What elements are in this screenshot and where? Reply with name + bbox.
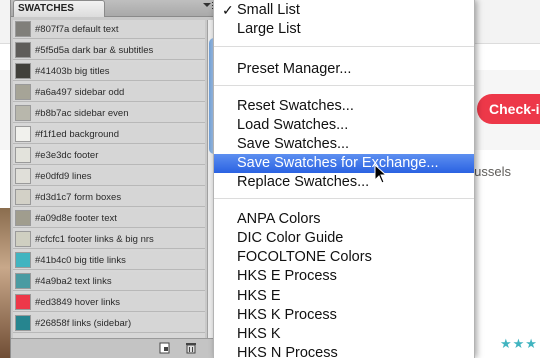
- menu-item-label: Save Swatches for Exchange...: [237, 155, 439, 171]
- swatch-row[interactable]: #ed3849 hover links: [13, 293, 205, 312]
- swatch-color-chip: [15, 210, 31, 226]
- swatches-tab[interactable]: SWATCHES: [13, 0, 105, 17]
- menu-item[interactable]: HKS K: [214, 325, 474, 344]
- menu-item[interactable]: Replace Swatches...: [214, 173, 474, 192]
- swatch-label: #41b4c0 big title links: [35, 255, 126, 266]
- swatch-row[interactable]: #cfcfc1 footer links & big nrs: [13, 230, 205, 249]
- swatch-label: #41403b big titles: [35, 66, 110, 77]
- menu-item[interactable]: HKS E: [214, 287, 474, 306]
- checkin-button[interactable]: Check-in: [477, 94, 540, 124]
- mouse-pointer-icon: [374, 163, 388, 184]
- menu-item[interactable]: Large List: [214, 20, 474, 39]
- swatch-row[interactable]: #807f7a default text: [13, 20, 205, 39]
- menu-item-label: HKS K: [237, 326, 281, 342]
- menu-item-label: Load Swatches...: [237, 117, 349, 133]
- menu-item-label: HKS E: [237, 288, 281, 304]
- menu-item[interactable]: DIC Color Guide: [214, 229, 474, 248]
- swatch-row[interactable]: #41b4c0 big title links: [13, 251, 205, 270]
- panel-header: SWATCHES: [11, 0, 219, 17]
- swatch-color-chip: [15, 21, 31, 37]
- menu-item-label: HKS E Process: [237, 268, 337, 284]
- swatch-color-chip: [15, 42, 31, 58]
- swatch-row[interactable]: #a6a497 sidebar odd: [13, 83, 205, 102]
- menu-item[interactable]: Load Swatches...: [214, 116, 474, 135]
- panel-flyout-menu: ✓ Small List Large List Preset Manager... Re…: [213, 0, 475, 358]
- swatch-color-chip: [15, 231, 31, 247]
- menu-item-label: Large List: [237, 21, 301, 37]
- swatch-label: #e0dfd9 lines: [35, 171, 92, 182]
- swatch-label: #ed3849 hover links: [35, 297, 121, 308]
- swatch-color-chip: [15, 105, 31, 121]
- swatch-row[interactable]: #e0dfd9 lines: [13, 167, 205, 186]
- swatch-label: #cfcfc1 footer links & big nrs: [35, 234, 154, 245]
- swatch-label: #f1f1ed background: [35, 129, 119, 140]
- swatch-label: #d3d1c7 form boxes: [35, 192, 122, 203]
- menu-item[interactable]: Preset Manager...: [214, 60, 474, 79]
- panel-footer: [11, 338, 219, 358]
- menu-item[interactable]: Save Swatches for Exchange...: [214, 154, 474, 173]
- menu-item[interactable]: FOCOLTONE Colors: [214, 248, 474, 267]
- swatch-color-chip: [15, 63, 31, 79]
- menu-separator: [214, 46, 474, 47]
- menu-item[interactable]: Save Swatches...: [214, 135, 474, 154]
- menu-item[interactable]: ✓ Small List: [214, 1, 474, 20]
- swatch-row[interactable]: #e3e3dc footer: [13, 146, 205, 165]
- swatch-row[interactable]: #26858f links (sidebar): [13, 314, 205, 333]
- swatches-panel: SWATCHES #807f7a default text #5f5d5a dar…: [10, 0, 220, 358]
- swatch-label: #a09d8e footer text: [35, 213, 117, 224]
- swatch-row[interactable]: #f1f1ed background: [13, 125, 205, 144]
- swatch-color-chip: [15, 189, 31, 205]
- swatch-color-chip: [15, 252, 31, 268]
- swatch-row[interactable]: #5f5d5a dark bar & subtitles: [13, 41, 205, 60]
- checkmark-icon: ✓: [222, 2, 234, 18]
- new-swatch-icon[interactable]: [159, 342, 171, 354]
- swatch-row[interactable]: #a09d8e footer text: [13, 209, 205, 228]
- menu-item[interactable]: HKS K Process: [214, 306, 474, 325]
- menu-item-label: Small List: [237, 2, 300, 18]
- menu-item[interactable]: Reset Swatches...: [214, 97, 474, 116]
- swatch-label: #807f7a default text: [35, 24, 119, 35]
- swatch-row[interactable]: #41403b big titles: [13, 62, 205, 81]
- swatch-row[interactable]: #b8b7ac sidebar even: [13, 104, 205, 123]
- menu-item-label: Replace Swatches...: [237, 174, 370, 190]
- swatch-label: #b8b7ac sidebar even: [35, 108, 129, 119]
- menu-separator: [214, 85, 474, 86]
- menu-item[interactable]: HKS N Process: [214, 344, 474, 358]
- swatch-color-chip: [15, 147, 31, 163]
- swatch-color-chip: [15, 84, 31, 100]
- menu-item-label: Save Swatches...: [237, 136, 350, 152]
- swatch-row[interactable]: #d3d1c7 form boxes: [13, 188, 205, 207]
- swatch-label: #e3e3dc footer: [35, 150, 99, 161]
- swatch-color-chip: [15, 294, 31, 310]
- swatch-color-chip: [15, 315, 31, 331]
- menu-separator: [214, 198, 474, 199]
- menu-item-label: DIC Color Guide: [237, 230, 344, 246]
- swatch-list: #807f7a default text #5f5d5a dark bar & s…: [13, 20, 205, 338]
- swatch-row[interactable]: #4a9ba2 text links: [13, 272, 205, 291]
- menu-item-label: FOCOLTONE Colors: [237, 249, 372, 265]
- swatch-label: #26858f links (sidebar): [35, 318, 132, 329]
- swatch-label: #5f5d5a dark bar & subtitles: [35, 45, 154, 56]
- swatch-label: #4a9ba2 text links: [35, 276, 112, 287]
- rating-stars: ★★★: [500, 336, 538, 351]
- menu-item-label: Reset Swatches...: [237, 98, 354, 114]
- menu-item-label: Preset Manager...: [237, 61, 352, 77]
- swatch-label: #a6a497 sidebar odd: [35, 87, 125, 98]
- menu-item-label: HKS N Process: [237, 345, 338, 358]
- menu-item[interactable]: ANPA Colors: [214, 210, 474, 229]
- menu-item-label: HKS K Process: [237, 307, 337, 323]
- menu-item[interactable]: HKS E Process: [214, 267, 474, 286]
- trash-icon[interactable]: [185, 342, 197, 354]
- swatch-color-chip: [15, 168, 31, 184]
- swatch-color-chip: [15, 273, 31, 289]
- menu-item-label: ANPA Colors: [237, 211, 321, 227]
- swatch-color-chip: [15, 126, 31, 142]
